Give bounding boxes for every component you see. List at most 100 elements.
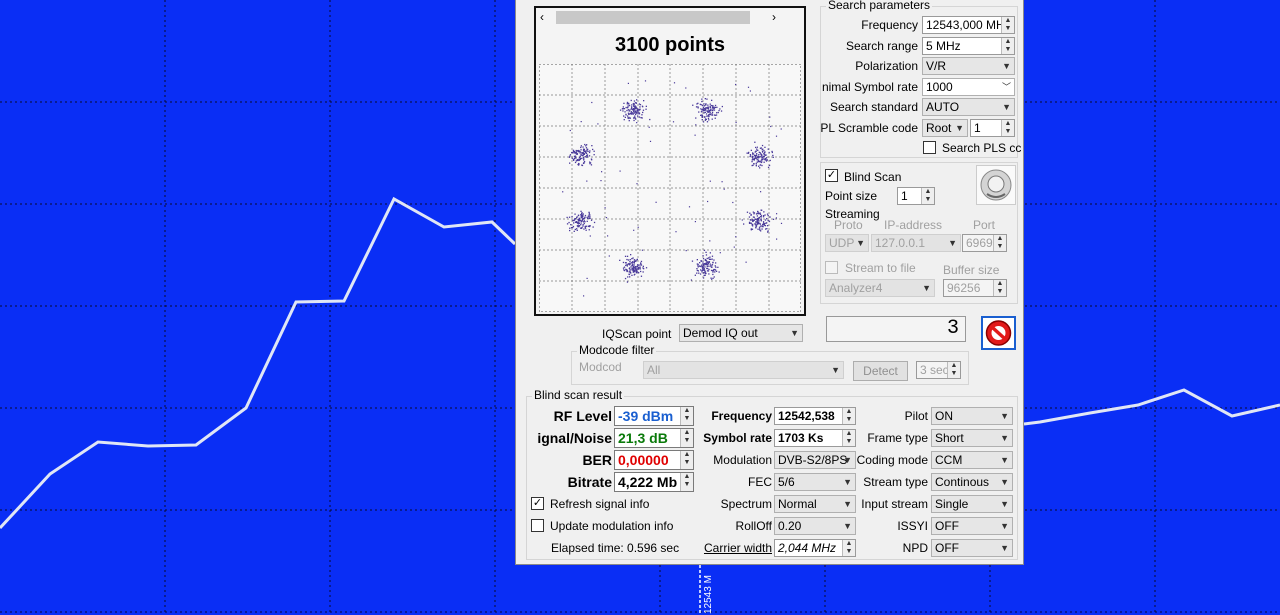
point-size-input[interactable]: 1 ▲ ▼ bbox=[897, 187, 935, 205]
iq-point bbox=[696, 263, 698, 265]
carrier-width-link[interactable]: Carrier width bbox=[696, 541, 772, 555]
satellite-dish-icon[interactable] bbox=[976, 165, 1016, 205]
stream-type-select[interactable]: Continous ▼ bbox=[931, 473, 1013, 491]
coding-mode-select[interactable]: CCM ▼ bbox=[931, 451, 1013, 469]
fec-select[interactable]: 5/6 ▼ bbox=[774, 473, 856, 491]
frequency-input[interactable]: 12543,000 MH ▲ ▼ bbox=[922, 16, 1015, 34]
scroll-right-arrow[interactable]: › bbox=[772, 10, 776, 24]
stream-to-file-checkbox[interactable] bbox=[825, 261, 838, 274]
iq-point bbox=[640, 260, 643, 263]
input-stream-select[interactable]: Single ▼ bbox=[931, 495, 1013, 513]
polarization-select[interactable]: V/R ▼ bbox=[922, 57, 1015, 75]
constellation-scrollbar[interactable] bbox=[556, 11, 750, 24]
search-parameters-title: Search parameters bbox=[826, 0, 933, 12]
iq-point bbox=[749, 154, 752, 156]
npd-select[interactable]: OFF ▼ bbox=[931, 539, 1013, 557]
iq-point bbox=[751, 224, 753, 226]
stop-button[interactable] bbox=[981, 316, 1016, 350]
search-range-input[interactable]: 5 MHz ▲ ▼ bbox=[922, 37, 1015, 55]
iq-point bbox=[704, 111, 706, 113]
iq-point bbox=[580, 149, 582, 151]
iq-point bbox=[627, 276, 629, 278]
iq-point bbox=[633, 112, 635, 114]
iq-point bbox=[711, 278, 713, 280]
iq-point bbox=[582, 156, 585, 159]
iq-point bbox=[766, 218, 768, 220]
iq-point bbox=[636, 108, 639, 110]
iq-point bbox=[755, 154, 758, 156]
iq-point bbox=[643, 100, 645, 102]
iq-point bbox=[703, 249, 706, 251]
scroll-left-arrow[interactable]: ‹ bbox=[540, 10, 544, 24]
iq-point bbox=[705, 254, 708, 256]
pl-scramble-mode-select[interactable]: Root ▼ bbox=[922, 119, 968, 137]
iq-point bbox=[768, 164, 771, 167]
rolloff-select[interactable]: 0.20 ▼ bbox=[774, 517, 856, 535]
pilot-select[interactable]: ON ▼ bbox=[931, 407, 1013, 425]
constellation-plot bbox=[539, 64, 801, 312]
issyi-select[interactable]: OFF ▼ bbox=[931, 517, 1013, 535]
blind-scan-panel: ‹ › 3100 points Search parameters Freque… bbox=[515, 0, 1024, 565]
iq-point bbox=[711, 264, 714, 266]
iq-point bbox=[696, 272, 698, 274]
iq-point bbox=[700, 114, 702, 116]
iq-point bbox=[685, 250, 687, 252]
iq-point bbox=[705, 251, 707, 253]
iq-point bbox=[772, 218, 775, 220]
modcode-select[interactable]: All ▼ bbox=[643, 361, 844, 379]
iq-point bbox=[772, 156, 774, 158]
iq-point bbox=[627, 259, 630, 261]
iq-scan-point-select[interactable]: Demod IQ out ▼ bbox=[679, 324, 803, 342]
iq-point bbox=[637, 264, 639, 266]
frame-type-select[interactable]: Short ▼ bbox=[931, 429, 1013, 447]
port-input[interactable]: 6969 ▲ ▼ bbox=[962, 234, 1007, 252]
iq-point bbox=[701, 269, 703, 272]
spectrum-select[interactable]: Normal ▼ bbox=[774, 495, 856, 513]
stream-file-select[interactable]: Analyzer4 ▼ bbox=[825, 279, 935, 297]
pl-scramble-value-input[interactable]: 1 ▲ ▼ bbox=[970, 119, 1015, 137]
iq-point bbox=[623, 119, 625, 121]
ip-address-select[interactable]: 127.0.0.1 ▼ bbox=[871, 234, 961, 252]
blind-scan-checkbox[interactable]: ✓ bbox=[825, 169, 838, 182]
detect-seconds-input[interactable]: 3 sec ▲ ▼ bbox=[916, 361, 961, 379]
update-modulation-checkbox[interactable] bbox=[531, 519, 544, 532]
iq-point bbox=[604, 207, 606, 209]
iq-point bbox=[625, 268, 627, 270]
iq-point bbox=[776, 238, 778, 240]
iq-point bbox=[759, 160, 761, 162]
iq-point bbox=[767, 219, 769, 222]
iq-point bbox=[619, 109, 622, 111]
search-standard-select[interactable]: AUTO ▼ bbox=[922, 98, 1015, 116]
proto-select[interactable]: UDP ▼ bbox=[825, 234, 869, 252]
iq-point bbox=[589, 214, 591, 216]
iq-point bbox=[704, 109, 706, 112]
iq-point bbox=[630, 254, 632, 256]
modulation-select[interactable]: DVB-S2/8PS ▼ bbox=[774, 451, 856, 469]
refresh-signal-checkbox[interactable]: ✓ bbox=[531, 497, 544, 510]
iq-point bbox=[574, 213, 576, 215]
iq-point bbox=[715, 262, 717, 264]
iq-point bbox=[587, 148, 589, 150]
iq-point bbox=[640, 275, 643, 277]
iq-point bbox=[710, 258, 712, 260]
iq-point bbox=[710, 104, 713, 107]
detect-button[interactable]: Detect bbox=[853, 361, 908, 381]
iq-point bbox=[574, 228, 576, 231]
buffer-size-input[interactable]: 96256 ▲ ▼ bbox=[943, 279, 1007, 297]
iq-point bbox=[634, 117, 636, 119]
iq-point bbox=[623, 102, 625, 104]
search-pls-checkbox[interactable] bbox=[923, 141, 936, 154]
iq-point bbox=[753, 163, 755, 165]
blind-scan-result-title: Blind scan result bbox=[532, 388, 625, 402]
iq-point bbox=[704, 269, 706, 272]
iq-point bbox=[735, 236, 737, 238]
min-symbol-rate-select[interactable]: 1000 ﹀ bbox=[922, 78, 1015, 96]
iq-point bbox=[640, 270, 642, 273]
iq-point bbox=[640, 262, 642, 264]
iq-point bbox=[757, 222, 759, 224]
iq-point bbox=[630, 272, 632, 274]
iq-point bbox=[698, 272, 700, 274]
iq-point bbox=[574, 218, 576, 220]
iq-point bbox=[769, 116, 771, 118]
iq-point bbox=[633, 274, 635, 276]
